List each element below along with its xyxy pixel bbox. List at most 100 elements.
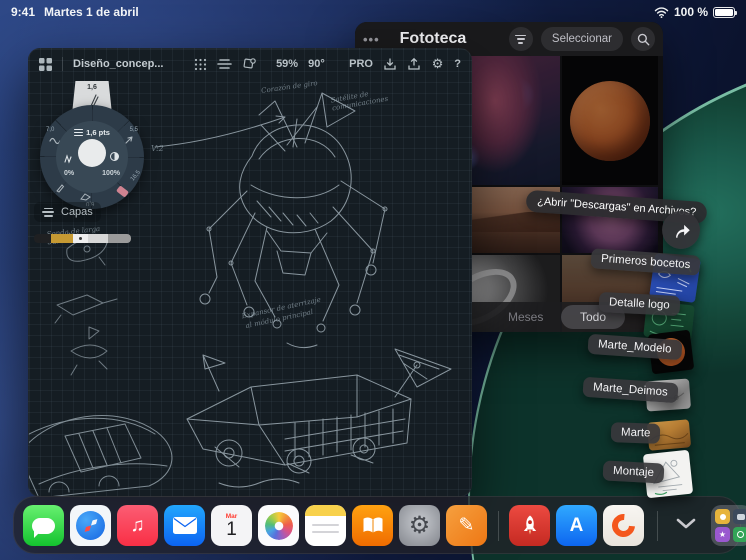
filter-lines-icon <box>515 34 527 44</box>
swatch-black[interactable] <box>34 234 51 243</box>
tool-settings-disk[interactable]: 1,6 pts 0% 100% <box>56 121 128 193</box>
battery-percent: 100 % <box>673 5 708 19</box>
clock: 9:41 <box>11 5 36 19</box>
envelope-icon <box>172 517 197 534</box>
ring-value: 16,5 <box>130 169 143 183</box>
drag-label[interactable]: Marte <box>610 422 661 444</box>
sketch-toolbar: Diseño_concep... 59% 90° PRO ⚙ ? <box>29 49 471 79</box>
drag-label[interactable]: Detalle logo <box>598 291 681 317</box>
drag-label[interactable]: Montaje <box>602 460 665 484</box>
dock-app-sketch-pen[interactable]: ✎ <box>446 505 487 546</box>
layers-icon <box>42 207 54 217</box>
help-button[interactable]: ? <box>454 58 461 70</box>
tab-months[interactable]: Meses <box>508 310 543 324</box>
concepts-c-icon <box>607 509 640 542</box>
eraser-icon <box>116 185 129 198</box>
mini-wallet-icon <box>733 527 746 542</box>
zoom-level[interactable]: 59% <box>276 58 298 70</box>
stroke-size-label: 1,6 pts <box>86 128 110 137</box>
ring-value: 7,0 <box>46 127 55 133</box>
swatch-gold[interactable] <box>51 234 73 243</box>
wifi-icon <box>654 7 669 18</box>
import-icon[interactable] <box>383 55 397 73</box>
dock-app-calendar[interactable]: Mar 1 <box>211 505 252 546</box>
gallery-grid-icon[interactable] <box>39 55 53 73</box>
toolbar-divider <box>62 57 63 71</box>
window-controls-icon[interactable]: ••• <box>363 32 380 47</box>
canvas-sketch-capsule[interactable] <box>29 394 179 497</box>
forward-arrow-icon <box>676 224 690 238</box>
dock-app-books[interactable] <box>352 505 393 546</box>
color-swatch-strip[interactable] <box>34 234 131 243</box>
gear-icon: ⚙ <box>408 511 431 539</box>
dock-app-concepts[interactable] <box>603 505 644 546</box>
notes-band <box>305 505 346 516</box>
canvas-sketch-rover[interactable] <box>159 347 464 495</box>
settings-gear-icon[interactable]: ⚙ <box>431 55 444 73</box>
open-book-icon <box>363 517 382 533</box>
rotation-angle[interactable]: 90° <box>308 58 325 70</box>
document-title[interactable]: Diseño_concep... <box>73 58 163 70</box>
swatch-white-selected[interactable] <box>73 234 88 243</box>
dock-divider <box>657 511 658 541</box>
selection-lasso-icon[interactable] <box>242 55 256 73</box>
opacity-max: 100% <box>102 170 120 177</box>
chat-bubble-icon <box>32 517 55 538</box>
canvas-sketch-spider-robot[interactable] <box>147 81 419 373</box>
sketch-app-window: Corazón de giro Satélite de comunicacion… <box>28 48 472 497</box>
dock-app-library[interactable]: ★ <box>711 505 746 546</box>
music-note-icon: ♫ <box>130 514 145 536</box>
marker-icon <box>56 184 65 193</box>
search-icon <box>637 33 649 45</box>
dock-app-settings[interactable]: ⚙ <box>399 505 440 546</box>
color-preview-dot[interactable] <box>78 139 106 167</box>
layers-label: Capas <box>61 206 93 218</box>
mini-tips-icon <box>715 509 730 524</box>
battery-icon <box>713 6 737 18</box>
date: Martes 1 de abril <box>44 5 139 19</box>
appstore-a-icon: A <box>569 514 584 536</box>
dock-app-safari[interactable] <box>70 505 111 546</box>
smoothing-icon <box>110 152 119 161</box>
search-button[interactable] <box>631 27 655 51</box>
mini-star-icon: ★ <box>715 527 730 542</box>
active-tool-size: 1,6 <box>87 84 97 91</box>
dock: ♫ Mar 1 ⚙ ✎ A ★ <box>13 496 746 554</box>
dock-app-rocket[interactable] <box>509 505 550 546</box>
compass-icon <box>76 511 105 540</box>
fill-bucket-icon <box>80 193 91 201</box>
dock-collapse-button[interactable] <box>675 517 697 531</box>
drag-forward-badge[interactable] <box>662 211 700 249</box>
dock-app-appstore[interactable]: A <box>556 505 597 546</box>
filter-button[interactable] <box>508 27 533 51</box>
export-icon[interactable] <box>407 55 421 73</box>
photos-title: Fototeca <box>399 30 467 47</box>
dock-app-messages[interactable] <box>23 505 64 546</box>
layers-panel-button[interactable]: Capas <box>34 202 101 222</box>
chevron-down-icon <box>676 518 696 529</box>
photos-flower-icon <box>264 511 293 540</box>
ipad-screen: 9:41 Martes 1 de abril 100 % ••• Fototec… <box>0 0 746 560</box>
mini-camera-icon <box>733 509 746 524</box>
dock-app-music[interactable]: ♫ <box>117 505 158 546</box>
rocket-icon <box>523 515 536 534</box>
pen-icon: ✎ <box>458 515 475 536</box>
layers-stack-icon[interactable] <box>217 55 232 73</box>
select-button[interactable]: Seleccionar <box>540 27 623 51</box>
stroke-lines-icon <box>74 129 84 136</box>
dock-divider <box>498 511 499 541</box>
dock-app-notes[interactable] <box>305 505 346 546</box>
dock-app-mail[interactable] <box>164 505 205 546</box>
dock-app-photos[interactable] <box>258 505 299 546</box>
canvas-sketch-doodles[interactable] <box>47 221 165 393</box>
pro-badge[interactable]: PRO <box>349 58 373 70</box>
swatch-gray[interactable] <box>108 234 131 243</box>
pressure-icon <box>64 154 72 164</box>
opacity-min: 0% <box>64 170 75 177</box>
canvas-annotation: V:2 <box>151 144 164 153</box>
ring-value: 5,5 <box>129 127 138 133</box>
calendar-day: 1 <box>226 518 237 540</box>
precision-grid-icon[interactable] <box>194 55 207 73</box>
swatch-light-gray[interactable] <box>88 234 108 243</box>
status-bar: 9:41 Martes 1 de abril 100 % <box>0 0 746 24</box>
